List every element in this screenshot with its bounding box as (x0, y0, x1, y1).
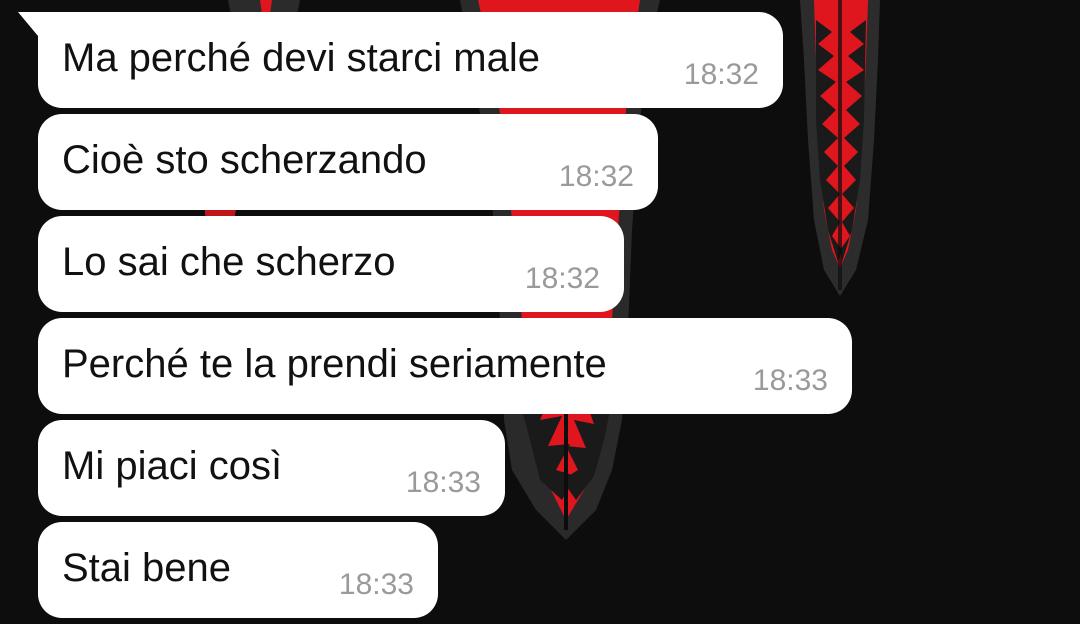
message-bubble[interactable]: Stai bene 18:33 (38, 522, 438, 618)
message-bubble[interactable]: Cioè sto scherzando 18:32 (38, 114, 658, 210)
message-bubble[interactable]: Perché te la prendi seriamente 18:33 (38, 318, 852, 414)
message-text: Cioè sto scherzando (62, 138, 427, 182)
message-timestamp: 18:32 (558, 160, 634, 193)
message-timestamp: 18:33 (752, 364, 828, 397)
message-timestamp: 18:33 (405, 466, 481, 499)
bubble-tail (18, 12, 38, 36)
message-bubble[interactable]: Mi piaci così 18:33 (38, 420, 505, 516)
message-text: Stai bene (62, 546, 232, 590)
message-bubble[interactable]: Ma perché devi starci male 18:32 (18, 12, 783, 108)
chat-message-list[interactable]: Ma perché devi starci male 18:32 Cioè st… (0, 0, 1080, 624)
message-text: Mi piaci così (62, 444, 283, 488)
message-text: Ma perché devi starci male (62, 36, 540, 80)
message-text: Perché te la prendi seriamente (62, 342, 607, 386)
message-timestamp: 18:33 (338, 568, 414, 601)
message-bubble[interactable]: Lo sai che scherzo 18:32 (38, 216, 624, 312)
message-text: Lo sai che scherzo (62, 240, 396, 284)
message-timestamp: 18:32 (524, 262, 600, 295)
message-timestamp: 18:32 (683, 58, 759, 91)
